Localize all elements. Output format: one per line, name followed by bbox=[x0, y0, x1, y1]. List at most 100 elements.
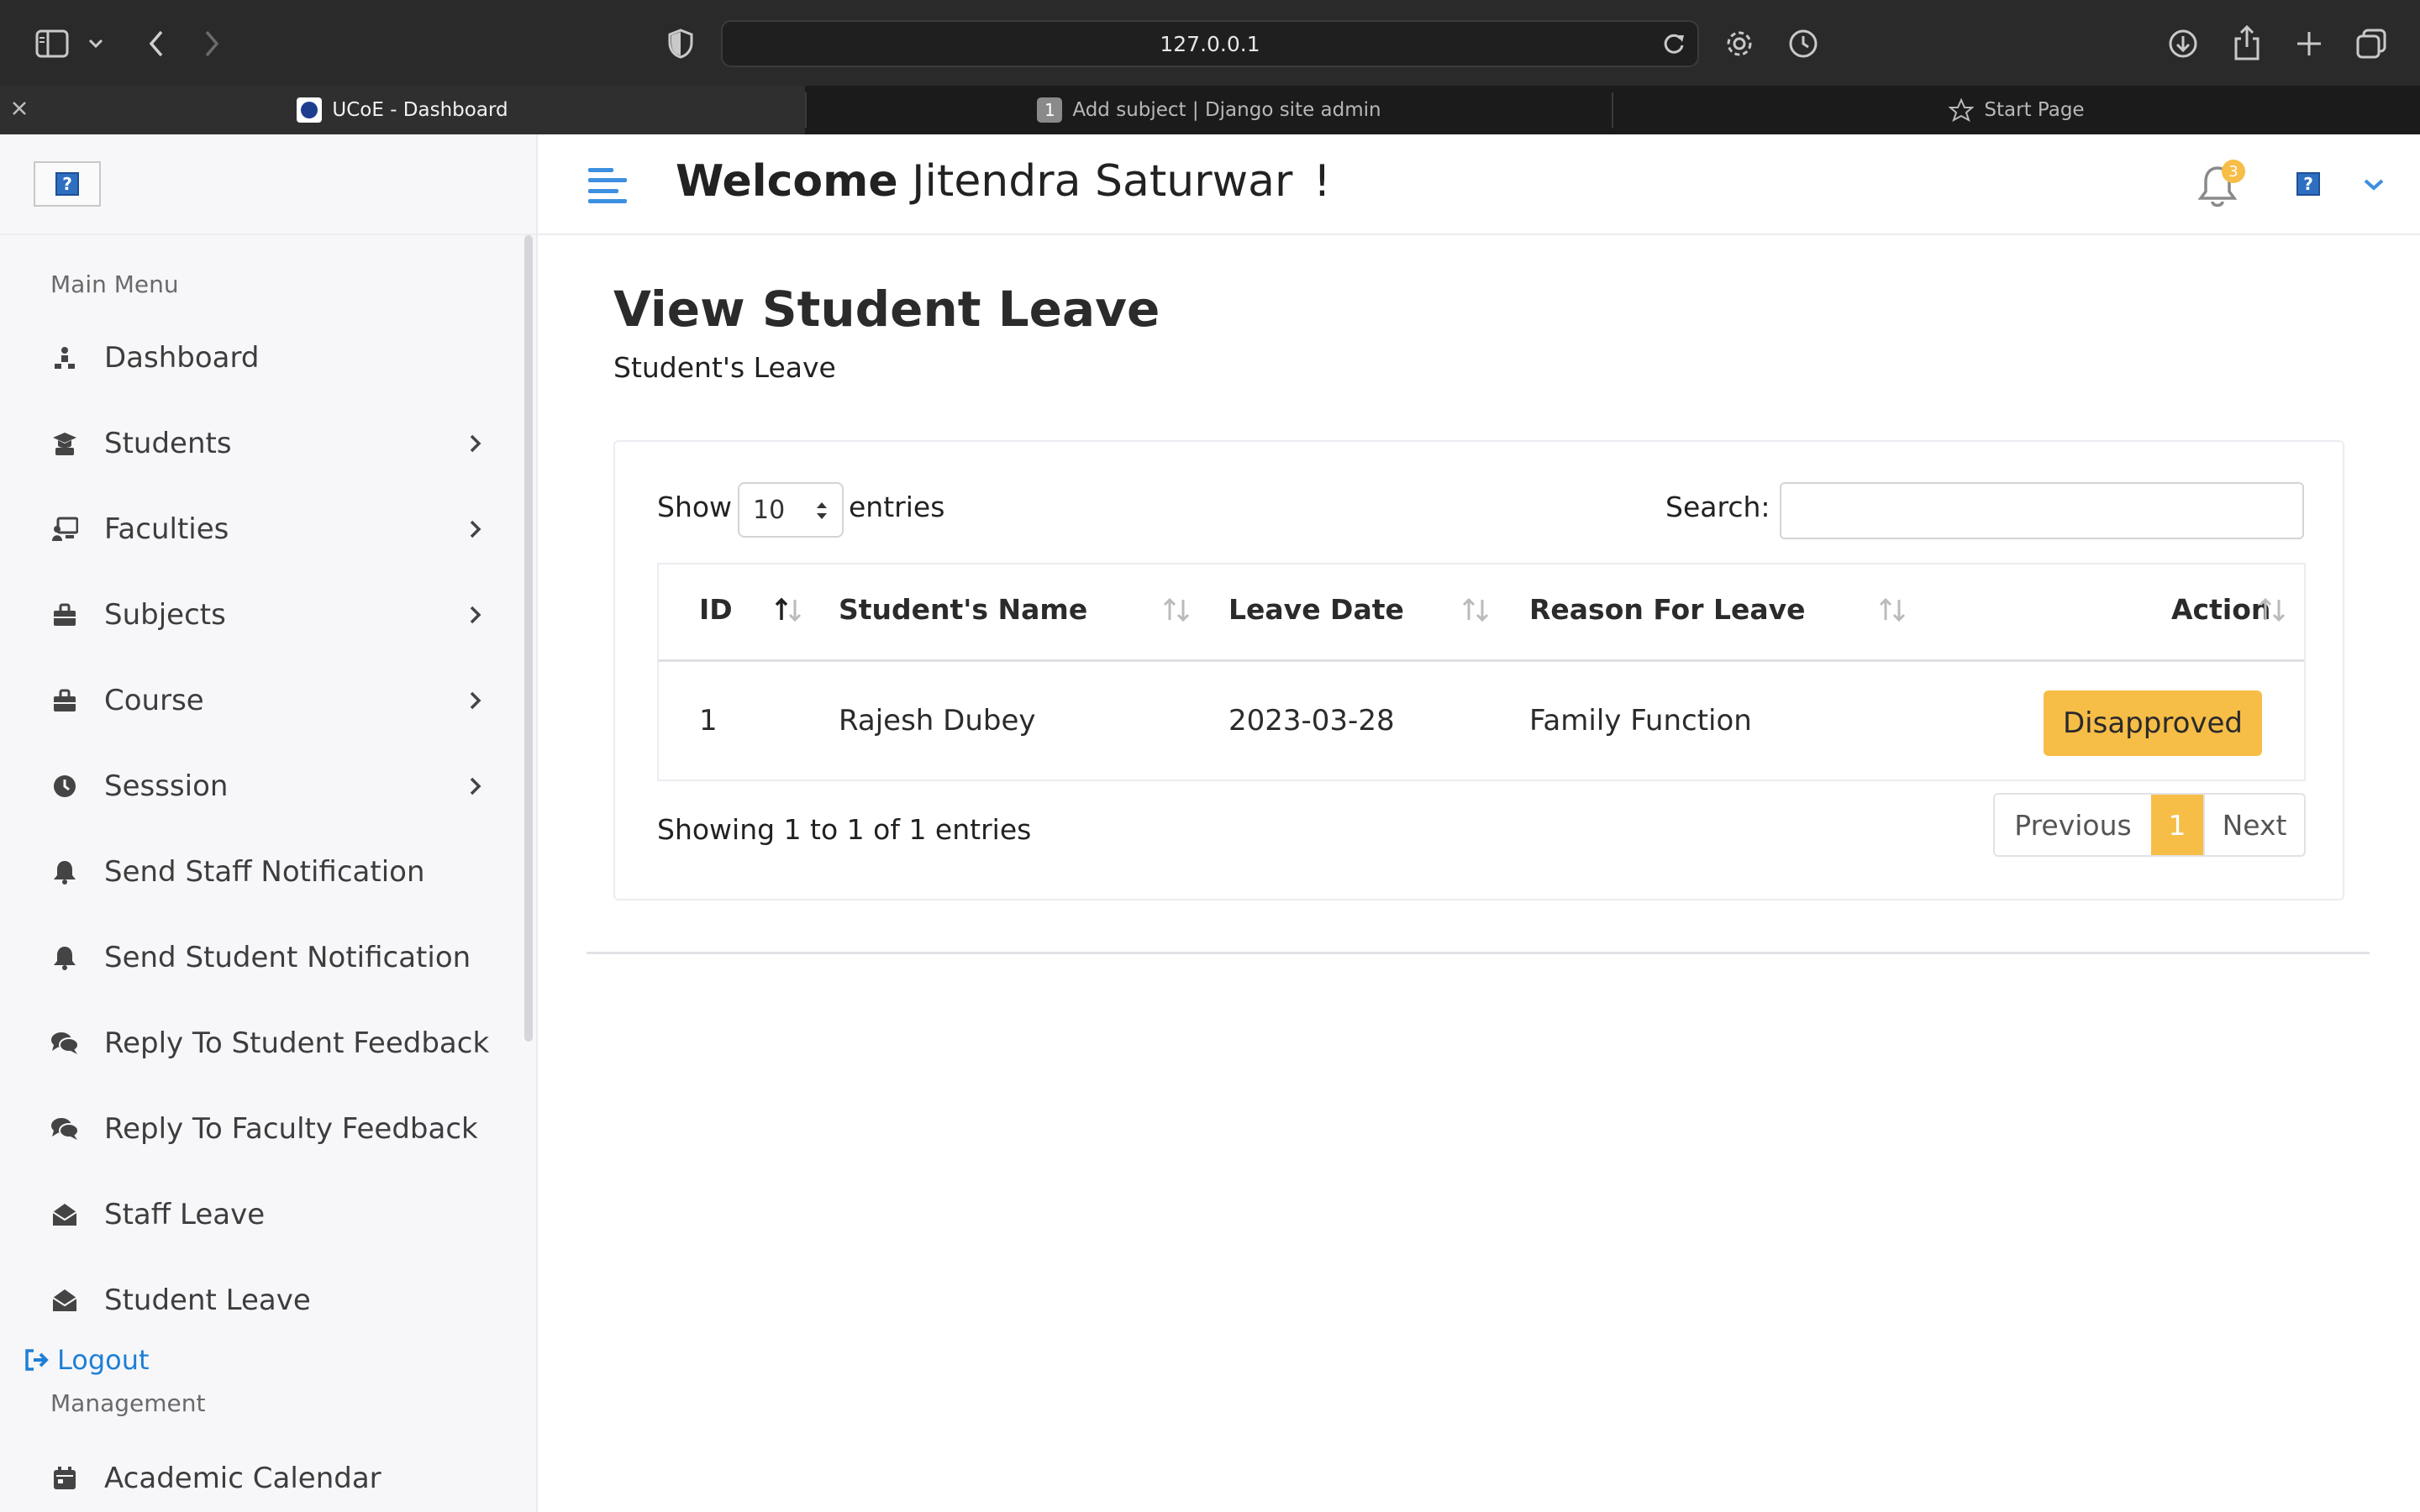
back-icon[interactable] bbox=[139, 27, 173, 60]
entries-label: entries bbox=[849, 491, 945, 523]
pagination: Previous 1 Next bbox=[1993, 793, 2306, 857]
new-tab-plus-icon[interactable] bbox=[2291, 25, 2328, 62]
tab-add-subject[interactable]: 1 Add subject | Django site admin bbox=[807, 86, 1612, 134]
subjects-icon bbox=[50, 601, 79, 629]
sidebar-item-staff-leave[interactable]: Staff Leave bbox=[0, 1174, 521, 1255]
sidebar-item-label: Subjects bbox=[104, 598, 226, 632]
sidebar-item-students[interactable]: Students bbox=[0, 403, 521, 484]
tab-overview-icon[interactable] bbox=[2353, 25, 2390, 62]
tab-title: Add subject | Django site admin bbox=[1072, 99, 1381, 121]
sidebar-item-reply-to-faculty-feedback[interactable]: Reply To Faculty Feedback bbox=[0, 1089, 521, 1169]
site-favicon bbox=[297, 97, 323, 123]
sort-icon[interactable] bbox=[2257, 596, 2287, 623]
user-dropdown-icon[interactable] bbox=[2363, 178, 2385, 192]
sidebar-item-label: Reply To Faculty Feedback bbox=[104, 1112, 478, 1146]
notification-bell[interactable]: 3 bbox=[2198, 160, 2249, 210]
chevron-down-icon[interactable] bbox=[86, 34, 106, 54]
forward-icon[interactable] bbox=[195, 27, 229, 60]
sidebar-item-send-staff-notification[interactable]: Send Staff Notification bbox=[0, 832, 521, 912]
content-divider bbox=[587, 952, 2370, 954]
column-header-leave-date[interactable]: Leave Date bbox=[1228, 593, 1404, 626]
browser-toolbar: 127.0.0.1 bbox=[0, 0, 2420, 86]
clock-icon bbox=[50, 772, 79, 801]
search-label: Search: bbox=[1665, 491, 1770, 523]
sidebar-item-reply-to-student-feedback[interactable]: Reply To Student Feedback bbox=[0, 1003, 521, 1084]
comments-icon bbox=[50, 1115, 79, 1143]
cell-id: 1 bbox=[699, 704, 718, 738]
sidebar-item-sesssion[interactable]: Sesssion bbox=[0, 746, 521, 827]
gear-icon[interactable] bbox=[1721, 25, 1758, 62]
sidebar-item-academic-calendar[interactable]: Academic Calendar bbox=[0, 1438, 521, 1512]
close-tab-icon[interactable] bbox=[10, 99, 29, 118]
sort-icon[interactable] bbox=[1877, 596, 1907, 623]
tab-title: UCoE - Dashboard bbox=[332, 99, 508, 121]
management-title: Management bbox=[50, 1389, 206, 1417]
top-header: Welcome Jitendra Saturwar ! 3 ? bbox=[538, 134, 2420, 235]
sidebar-item-student-leave[interactable]: Student Leave bbox=[0, 1260, 521, 1341]
show-label: Show bbox=[657, 491, 733, 523]
sidebar-item-label: Send Student Notification bbox=[104, 941, 471, 974]
cell-leave-date: 2023-03-28 bbox=[1228, 704, 1395, 738]
chevron-right-icon bbox=[469, 433, 482, 454]
sidebar-item-dashboard[interactable]: Dashboard bbox=[0, 318, 521, 398]
sidebar-scrollbar[interactable] bbox=[524, 235, 533, 1042]
logout-icon bbox=[25, 1349, 49, 1371]
browser-chrome: 127.0.0.1 UCoE - Dashboard 1 Add subject… bbox=[0, 0, 2420, 134]
logo-image[interactable]: ? bbox=[34, 161, 101, 207]
tab-start-page[interactable]: Start Page bbox=[1613, 86, 2420, 134]
sidebar-item-label: Staff Leave bbox=[104, 1198, 266, 1231]
sidebar-item-send-student-notification[interactable]: Send Student Notification bbox=[0, 917, 521, 998]
page-subtitle: Student's Leave bbox=[613, 351, 836, 384]
sidebar-toggle-icon[interactable] bbox=[32, 27, 72, 60]
faculty-icon bbox=[50, 515, 79, 543]
previous-page-button[interactable]: Previous bbox=[1995, 795, 2151, 855]
star-icon bbox=[1949, 98, 1975, 122]
welcome-message: Welcome Jitendra Saturwar ! bbox=[676, 156, 1331, 207]
logout-label: Logout bbox=[57, 1344, 150, 1376]
chevron-right-icon bbox=[469, 776, 482, 796]
notification-count-badge: 3 bbox=[2222, 160, 2245, 183]
download-icon[interactable] bbox=[2165, 25, 2202, 62]
logout-link[interactable]: Logout bbox=[24, 1344, 150, 1376]
address-bar[interactable]: 127.0.0.1 bbox=[721, 20, 1699, 67]
select-arrows-icon bbox=[815, 499, 829, 522]
history-clock-icon[interactable] bbox=[1785, 25, 1822, 62]
privacy-shield-icon[interactable] bbox=[664, 27, 697, 60]
envelope-open-icon bbox=[50, 1286, 79, 1315]
user-avatar[interactable]: ? bbox=[2294, 165, 2323, 203]
sort-icon[interactable] bbox=[1161, 596, 1192, 623]
column-header-action[interactable]: Action bbox=[2171, 593, 2270, 626]
column-header-reason[interactable]: Reason For Leave bbox=[1529, 593, 1806, 626]
reload-icon[interactable] bbox=[1662, 32, 1686, 55]
sidebar-item-label: Send Staff Notification bbox=[104, 855, 425, 889]
sort-asc-icon[interactable] bbox=[773, 596, 803, 623]
course-icon bbox=[50, 686, 79, 715]
sort-icon[interactable] bbox=[1460, 596, 1491, 623]
chevron-right-icon bbox=[469, 605, 482, 625]
menu-toggle-icon[interactable] bbox=[588, 166, 629, 205]
sidebar-item-label: Students bbox=[104, 427, 232, 460]
tab-bar: UCoE - Dashboard 1 Add subject | Django … bbox=[0, 86, 2420, 134]
comments-icon bbox=[50, 1029, 79, 1058]
disapproved-status-button[interactable]: Disapproved bbox=[2044, 690, 2262, 756]
sidebar-item-label: Academic Calendar bbox=[104, 1462, 381, 1495]
sidebar-item-label: Course bbox=[104, 684, 204, 717]
tab-dashboard[interactable]: UCoE - Dashboard bbox=[0, 86, 805, 134]
sidebar-item-label: Sesssion bbox=[104, 769, 229, 803]
main-menu-title: Main Menu bbox=[50, 270, 179, 298]
next-page-button[interactable]: Next bbox=[2203, 795, 2304, 855]
column-header-student-name[interactable]: Student's Name bbox=[839, 593, 1087, 626]
page-length-value: 10 bbox=[753, 495, 786, 525]
page-length-select[interactable]: 10 bbox=[738, 482, 844, 538]
share-icon[interactable] bbox=[2228, 24, 2265, 62]
sidebar-item-subjects[interactable]: Subjects bbox=[0, 575, 521, 655]
page-1-button[interactable]: 1 bbox=[2151, 795, 2203, 855]
column-header-id[interactable]: ID bbox=[699, 593, 733, 626]
sidebar-item-course[interactable]: Course bbox=[0, 660, 521, 741]
welcome-prefix: Welcome bbox=[676, 156, 898, 207]
sidebar-item-faculties[interactable]: Faculties bbox=[0, 489, 521, 570]
sidebar: ? Main Menu Dashboard Students Faculties Su… bbox=[0, 134, 538, 1512]
search-input[interactable] bbox=[1780, 482, 2304, 539]
sidebar-item-label: Dashboard bbox=[104, 341, 260, 375]
cell-reason: Family Function bbox=[1529, 704, 1752, 738]
